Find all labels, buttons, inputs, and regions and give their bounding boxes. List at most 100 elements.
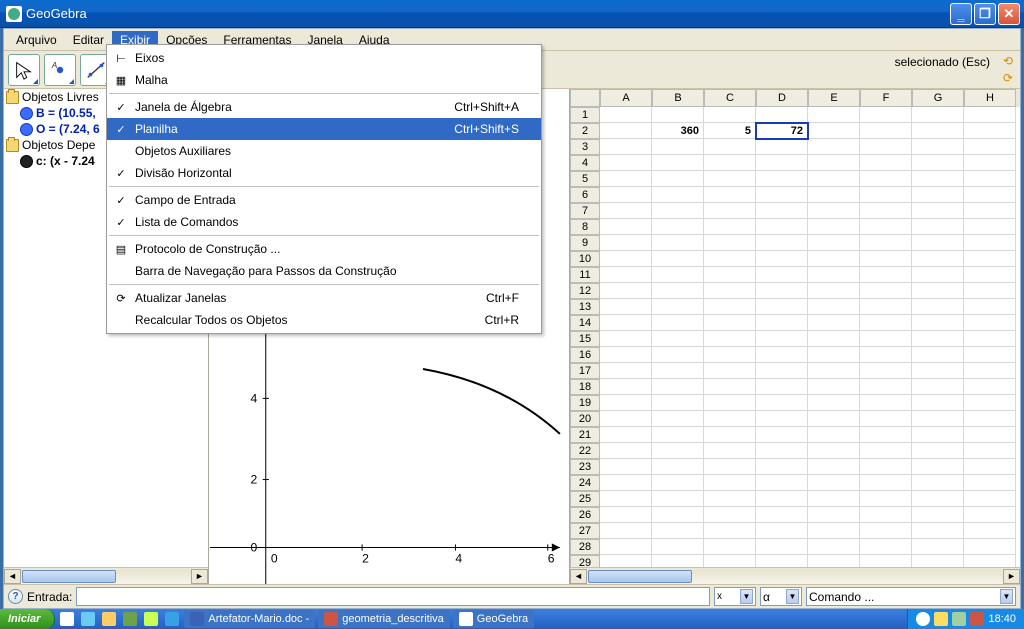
cell[interactable] [808,363,860,379]
menu-editar[interactable]: Editar [65,31,112,49]
cell[interactable] [860,459,912,475]
cell[interactable] [704,395,756,411]
row-header[interactable]: 24 [570,475,600,491]
cell[interactable]: 360 [652,123,704,139]
cell[interactable] [808,395,860,411]
cell[interactable] [756,331,808,347]
menu-item[interactable]: Recalcular Todos os ObjetosCtrl+R [107,309,541,331]
col-header[interactable]: C [704,89,756,107]
cell[interactable] [756,203,808,219]
cell[interactable] [912,475,964,491]
cell[interactable] [704,235,756,251]
cell[interactable] [756,427,808,443]
row-header[interactable]: 14 [570,315,600,331]
cell[interactable] [860,411,912,427]
cell[interactable] [756,315,808,331]
cell[interactable] [704,363,756,379]
cell[interactable] [964,427,1016,443]
spreadsheet-corner[interactable] [570,89,600,107]
cell[interactable] [652,107,704,123]
menu-item[interactable]: Barra de Navegação para Passos da Constr… [107,260,541,282]
row-header[interactable]: 8 [570,219,600,235]
cell[interactable] [756,171,808,187]
cell[interactable] [756,187,808,203]
taskbar-item[interactable]: geometria_descritiva [318,610,450,628]
cell[interactable] [860,443,912,459]
menu-item[interactable]: ✓Lista de Comandos [107,211,541,233]
row-header[interactable]: 13 [570,299,600,315]
cell[interactable] [600,203,652,219]
cell[interactable] [600,411,652,427]
help-icon[interactable]: ? [8,589,23,604]
cell[interactable] [756,219,808,235]
row-header[interactable]: 18 [570,379,600,395]
cell[interactable] [860,475,912,491]
close-button[interactable]: ✕ [998,3,1020,25]
cell[interactable] [756,299,808,315]
cell[interactable] [860,555,912,567]
cell[interactable] [860,187,912,203]
cell[interactable] [652,411,704,427]
cell[interactable] [964,187,1016,203]
cell[interactable] [652,171,704,187]
cell[interactable] [860,123,912,139]
cell[interactable] [756,443,808,459]
cell[interactable] [756,539,808,555]
cell[interactable] [860,539,912,555]
cell[interactable] [912,363,964,379]
cell[interactable] [964,283,1016,299]
cell[interactable] [964,315,1016,331]
cell[interactable] [912,507,964,523]
cell[interactable] [600,331,652,347]
cell[interactable] [912,267,964,283]
exponent-combo[interactable]: x▼ [714,587,756,606]
cell[interactable] [860,235,912,251]
cell[interactable] [860,331,912,347]
cell[interactable] [860,139,912,155]
spreadsheet-cells[interactable]: 360572 [600,107,1020,567]
cell[interactable] [860,315,912,331]
cell[interactable] [964,155,1016,171]
cell[interactable] [964,107,1016,123]
cell[interactable] [652,363,704,379]
quicklaunch-item[interactable] [58,610,76,628]
cell[interactable] [964,251,1016,267]
cell[interactable] [704,299,756,315]
cell[interactable] [600,139,652,155]
cell[interactable] [808,219,860,235]
col-header[interactable]: A [600,89,652,107]
row-header[interactable]: 2 [570,123,600,139]
cell[interactable] [600,523,652,539]
cell[interactable] [964,523,1016,539]
cell[interactable] [652,555,704,567]
row-header[interactable]: 28 [570,539,600,555]
cell[interactable] [704,347,756,363]
cell[interactable] [860,491,912,507]
cell[interactable] [808,459,860,475]
quicklaunch-item[interactable] [163,610,181,628]
cell[interactable] [860,283,912,299]
scroll-track[interactable] [587,569,1003,584]
menu-item[interactable]: ✓Campo de Entrada [107,189,541,211]
row-header[interactable]: 1 [570,107,600,123]
cell[interactable] [912,459,964,475]
cell[interactable] [756,459,808,475]
cell[interactable] [704,411,756,427]
menu-item[interactable]: Objetos Auxiliares [107,140,541,162]
cell[interactable] [756,235,808,251]
cell[interactable] [912,379,964,395]
cell[interactable] [964,331,1016,347]
cell[interactable] [808,251,860,267]
cell[interactable] [600,443,652,459]
cell[interactable] [704,523,756,539]
cell[interactable] [808,507,860,523]
cell[interactable] [600,107,652,123]
cell[interactable] [860,267,912,283]
cell[interactable] [704,491,756,507]
quicklaunch-item[interactable] [121,610,139,628]
cell[interactable] [652,203,704,219]
cell[interactable] [704,459,756,475]
cell[interactable] [964,443,1016,459]
cell[interactable] [600,347,652,363]
cell[interactable] [652,475,704,491]
